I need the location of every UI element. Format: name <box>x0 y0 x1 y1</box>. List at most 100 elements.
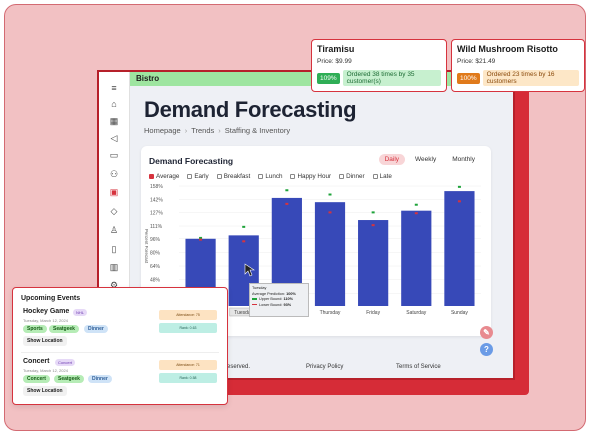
user-icon[interactable]: ♙ <box>107 224 121 236</box>
home-icon[interactable]: ⌂ <box>107 98 121 110</box>
upper-bound-marker <box>457 185 461 188</box>
lower-bound-marker <box>285 202 289 205</box>
lower-bound-marker <box>457 200 461 203</box>
event-badge: Concert <box>55 359 76 366</box>
tooltip-average: Average Prediction: 100% <box>252 292 306 296</box>
users-icon[interactable]: ⚇ <box>107 168 121 180</box>
forecast-bar <box>314 202 346 306</box>
show-location-button[interactable]: Show Location <box>23 386 67 396</box>
tooltip-label: Average Prediction: <box>252 291 286 296</box>
dish-price: Price: $9.99 <box>317 58 352 65</box>
divider <box>21 352 219 353</box>
dish-price: Price: $21.49 <box>457 58 496 65</box>
lower-bound-marker <box>199 238 203 241</box>
upper-bound-marker <box>242 225 246 228</box>
grid-icon[interactable]: ▦ <box>107 115 121 127</box>
upper-bound-marker <box>328 193 332 196</box>
y-tick-label: 96% <box>150 237 161 243</box>
event-card-concert: Concert Concert Tuesday, March 12, 2024 … <box>21 356 219 400</box>
event-tag: Seatgeek <box>54 375 84 383</box>
event-date: Tuesday, March 12, 2024 <box>23 368 68 373</box>
event-card-hockey: Hockey Game NHL Tuesday, March 12, 2024 … <box>21 306 219 350</box>
forecast-bar <box>358 220 389 306</box>
event-tag: Seatgeek <box>49 325 79 333</box>
upper-bound-marker <box>371 211 375 214</box>
event-date: Tuesday, March 12, 2024 <box>23 318 68 323</box>
megaphone-icon[interactable]: ◁ <box>107 132 121 144</box>
event-tag: Concert <box>23 375 50 383</box>
page-title: Demand Forecasting <box>144 97 357 122</box>
event-name: Concert <box>23 358 50 365</box>
x-tick-label: Thursday <box>320 310 341 316</box>
event-rank: Rank: 0.63 <box>159 323 217 333</box>
lower-marker-icon <box>252 303 257 306</box>
lower-bound-marker <box>328 211 332 214</box>
x-tick-label: Friday <box>366 310 380 316</box>
dish-percent-badge: 100% <box>457 72 480 84</box>
tooltip-value: 110% <box>283 297 294 301</box>
calendar-icon[interactable]: ▣ <box>107 186 121 198</box>
y-tick-label: 111% <box>150 224 163 230</box>
event-tag: Sports <box>23 325 47 333</box>
event-rank: Rank: 0.58 <box>159 373 217 383</box>
event-badge: NHL <box>73 309 88 316</box>
breadcrumb: Homepage › Trends › Staffing & Inventory <box>144 126 290 135</box>
forecast-bar <box>444 191 475 306</box>
trash-icon[interactable]: ▥ <box>107 261 121 273</box>
x-tick-label: Sunday <box>451 310 468 316</box>
lower-bound-marker <box>414 212 418 215</box>
event-name: Hockey Game <box>23 308 70 315</box>
breadcrumb-separator: › <box>218 126 221 135</box>
dish-order-note: Ordered 23 times by 16 customers <box>482 70 579 86</box>
upper-bound-marker <box>199 236 203 239</box>
forecast-bar <box>401 210 432 306</box>
footer-terms-link[interactable]: Terms of Service <box>396 364 441 370</box>
upper-marker-icon <box>252 298 257 300</box>
event-attendance: Attendance: 75 <box>159 310 217 320</box>
dish-name: Tiramisu <box>317 44 355 54</box>
y-tick-label: 142% <box>150 198 163 204</box>
dish-popover-tiramisu[interactable]: Tiramisu Price: $9.99 109% Ordered 38 ti… <box>311 39 447 92</box>
y-tick-label: 158% <box>150 184 163 190</box>
tooltip-value: 93% <box>283 302 292 307</box>
event-attendance: Attendance: 71 <box>159 360 217 370</box>
tooltip-label: Lower Bound: <box>259 302 283 307</box>
app-name: Bistro <box>136 74 160 83</box>
y-tick-label: 64% <box>150 264 161 270</box>
dish-name: Wild Mushroom Risotto <box>457 44 558 54</box>
tooltip-lower: Lower Bound: 93% <box>252 303 306 307</box>
y-tick-label: 48% <box>150 278 161 284</box>
tag-icon[interactable]: ◇ <box>107 205 121 217</box>
tooltip-value: 100% <box>286 291 296 296</box>
y-axis-label: Percent Forecast <box>144 229 149 264</box>
upper-bound-marker <box>285 189 289 192</box>
y-tick-label: 127% <box>150 210 163 216</box>
y-tick-label: 80% <box>150 250 161 256</box>
footer-copyright: eserved. <box>227 364 251 370</box>
tooltip-label: Upper Bound: <box>259 297 283 301</box>
upper-bound-marker <box>414 203 418 206</box>
breadcrumb-homepage[interactable]: Homepage <box>144 126 181 135</box>
lower-bound-marker <box>371 224 375 227</box>
breadcrumb-staffing[interactable]: Staffing & Inventory <box>225 126 290 135</box>
events-title: Upcoming Events <box>21 295 81 302</box>
edit-fab-icon[interactable]: ✎ <box>480 326 493 339</box>
show-location-button[interactable]: Show Location <box>23 336 67 346</box>
chat-icon[interactable]: ▭ <box>107 149 121 161</box>
chart-tooltip: Tuesday Average Prediction: 100% Upper B… <box>249 283 309 317</box>
tooltip-upper: Upper Bound: 110% <box>252 297 306 301</box>
dish-popover-risotto[interactable]: Wild Mushroom Risotto Price: $21.49 100%… <box>451 39 585 92</box>
dish-order-note: Ordered 38 times by 35 customer(s) <box>342 70 441 86</box>
menu-toggle-icon[interactable]: ≡ <box>107 82 121 94</box>
dish-percent-badge: 109% <box>317 72 340 84</box>
x-tick-label: Saturday <box>406 310 427 316</box>
tooltip-day: Tuesday <box>252 286 267 290</box>
breadcrumb-trends[interactable]: Trends <box>191 126 214 135</box>
document-icon[interactable]: ▯ <box>107 243 121 255</box>
event-tag: Dinner <box>84 325 108 333</box>
help-fab-icon[interactable]: ? <box>480 343 493 356</box>
footer-privacy-link[interactable]: Privacy Policy <box>306 364 343 370</box>
lower-bound-marker <box>242 240 246 243</box>
breadcrumb-separator: › <box>184 126 188 135</box>
event-tag: Dinner <box>88 375 112 383</box>
